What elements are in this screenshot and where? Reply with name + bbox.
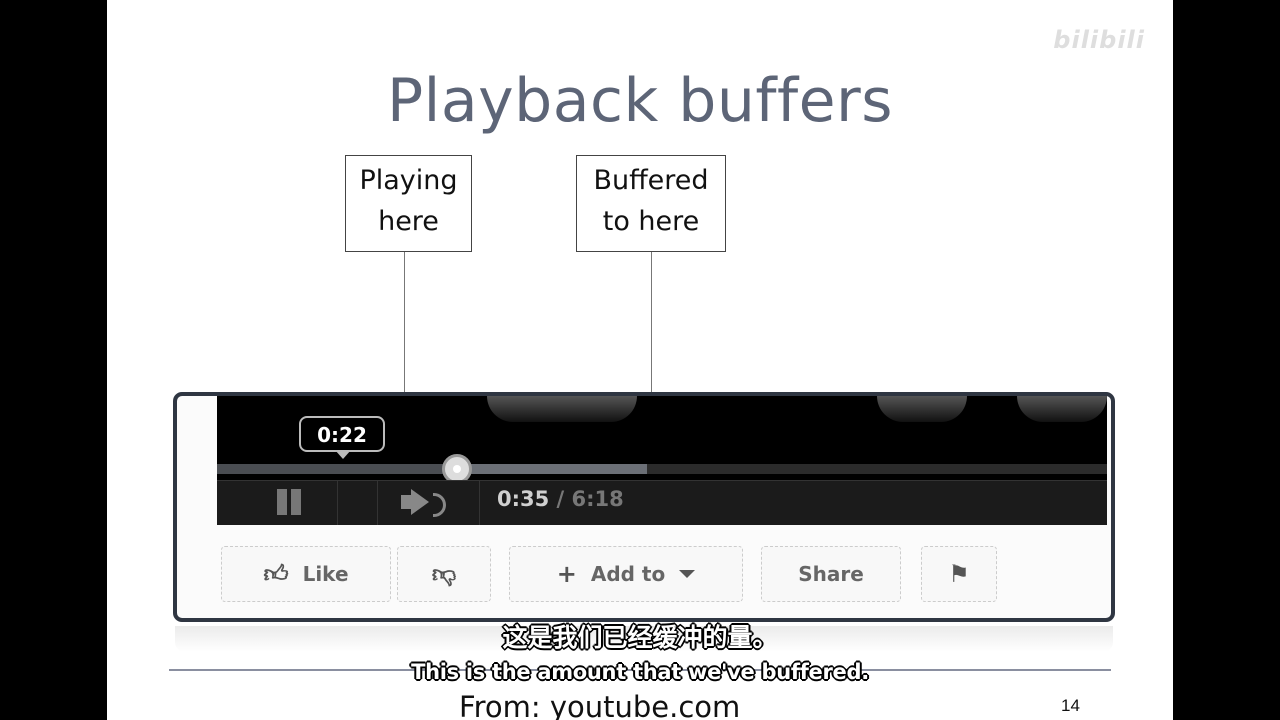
share-button[interactable]: Share	[761, 546, 901, 602]
video-frame-detail	[1017, 396, 1107, 422]
thumbs-up-icon: 👍︎	[263, 560, 289, 588]
pause-icon	[291, 489, 301, 515]
current-time: 0:35	[497, 487, 550, 511]
player-screenshot: 0:22 0:35 / 6:18 👍︎ Like 👎︎ + Add to Sha…	[173, 392, 1115, 622]
slide-title: Playback buffers	[387, 66, 893, 136]
progress-bar[interactable]	[217, 454, 1107, 484]
watermark-logo: bilibili	[1053, 26, 1145, 54]
source-credit: From: youtube.com	[459, 690, 741, 720]
subtitle-chinese: 这是我们已经缓冲的量。	[502, 623, 778, 652]
chevron-down-icon	[679, 570, 696, 578]
pause-icon	[277, 489, 287, 515]
time-separator: /	[549, 487, 572, 511]
volume-button[interactable]	[393, 489, 453, 517]
like-button[interactable]: 👍︎ Like	[221, 546, 391, 602]
share-label: Share	[798, 562, 864, 586]
subtitle-english: This is the amount that we've buffered.	[411, 660, 869, 684]
control-divider	[337, 481, 338, 525]
callout-playing-line2: here	[378, 206, 439, 237]
video-area[interactable]: 0:22 0:35 / 6:18	[217, 396, 1107, 525]
callout-playing-here: Playing here	[345, 155, 472, 252]
video-frame-detail	[877, 396, 967, 422]
page-number: 14	[1061, 696, 1080, 715]
control-bar: 0:35 / 6:18	[217, 480, 1107, 525]
control-divider	[377, 481, 378, 525]
thumbs-down-icon: 👎︎	[431, 560, 457, 588]
dislike-button[interactable]: 👎︎	[397, 546, 491, 602]
pause-button[interactable]	[267, 489, 311, 517]
video-frame-detail	[487, 396, 637, 422]
progress-played	[217, 464, 458, 474]
like-label: Like	[302, 562, 349, 586]
flag-icon: ⚑	[948, 560, 970, 588]
plus-icon: +	[556, 560, 577, 588]
sound-wave-icon	[433, 493, 446, 517]
add-to-button[interactable]: + Add to	[509, 546, 743, 602]
callout-buffered-line1: Buffered	[593, 165, 709, 196]
callout-playing-line1: Playing	[359, 165, 458, 196]
total-time: 6:18	[571, 487, 624, 511]
time-readout: 0:35 / 6:18	[497, 487, 624, 511]
callout-buffered-to-here: Buffered to here	[576, 155, 726, 252]
slide: Playback buffers Playing here Buffered t…	[107, 0, 1173, 720]
flag-button[interactable]: ⚑	[921, 546, 997, 602]
control-divider	[479, 481, 480, 525]
callout-buffered-line2: to here	[602, 206, 700, 237]
add-to-label: Add to	[590, 562, 666, 586]
hover-time-tooltip: 0:22	[299, 416, 385, 459]
speaker-cone-icon	[411, 489, 429, 515]
